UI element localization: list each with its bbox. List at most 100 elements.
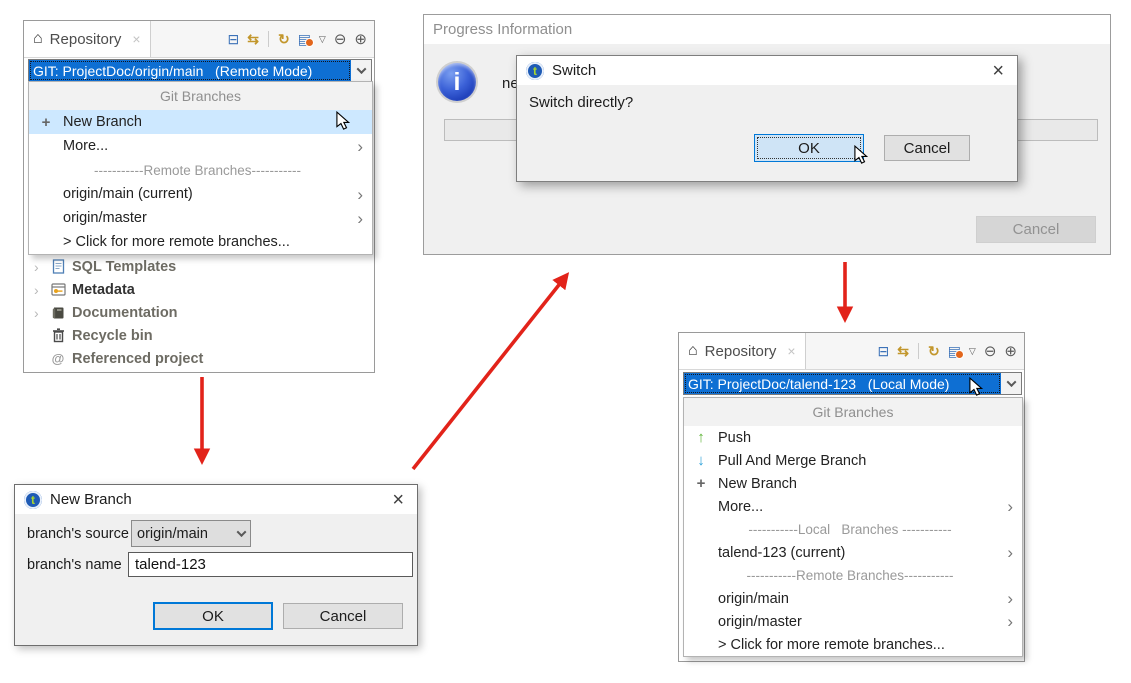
menu-item-origin-main-current[interactable]: origin/main (current)›	[29, 182, 372, 206]
chevron-down-icon[interactable]	[1001, 373, 1021, 394]
chevron-glyph	[1006, 377, 1016, 387]
refresh-icon[interactable]: ↻	[928, 344, 940, 358]
menu-header: Git Branches	[684, 398, 1022, 426]
minimize-icon[interactable]: ⊖	[334, 32, 347, 47]
tab-repository[interactable]: ⌂ Repository ×	[24, 21, 151, 57]
menu-item-label: > Click for more remote branches...	[718, 637, 945, 653]
toolbar-separator	[268, 31, 269, 47]
toolbar-separator	[918, 343, 919, 359]
menu-item-label: origin/main (current)	[63, 186, 193, 202]
talend-glyph: t	[31, 493, 35, 507]
expand-icon[interactable]: ›	[34, 283, 44, 297]
dialog-titlebar: t New Branch ×	[15, 485, 417, 514]
expand-icon[interactable]: ›	[34, 260, 44, 274]
dialog-titlebar: t Switch ×	[517, 56, 1017, 85]
menu-item-label: Pull And Merge Branch	[718, 453, 866, 469]
cancel-button[interactable]: Cancel	[884, 135, 970, 161]
collapse-all-icon[interactable]: ⊟	[877, 344, 889, 358]
ok-button[interactable]: OK	[153, 602, 273, 630]
filter-table-icon[interactable]: ▤	[948, 344, 961, 358]
branch-name-input[interactable]: talend-123	[128, 552, 413, 577]
chevron-down-icon[interactable]	[351, 60, 371, 81]
view-tabbar: ⌂ Repository × ⊟ ⇆ ↻ ▤ ▽ ⊖ ⊕	[679, 333, 1024, 370]
menu-item-origin-main[interactable]: origin/main ›	[684, 587, 1022, 610]
close-tab-icon[interactable]: ×	[132, 31, 140, 47]
metadata-icon	[50, 282, 66, 297]
tab-label: Repository	[50, 31, 122, 48]
branch-source-value: origin/main	[137, 526, 208, 542]
close-icon[interactable]: ×	[988, 61, 1008, 81]
submenu-arrow-icon: ›	[1007, 590, 1016, 607]
workflow-canvas: ⌂ Repository × ⊟ ⇆ ↻ ▤ ▽ ⊖ ⊕ GIT: ProjectDoc/o…	[0, 0, 1131, 683]
menu-item-label: origin/main	[718, 591, 789, 607]
tree-item-label: Metadata	[72, 282, 135, 298]
branch-source-select[interactable]: origin/main	[131, 520, 251, 547]
recycle-bin-icon	[50, 328, 66, 343]
plus-icon: +	[684, 475, 718, 492]
submenu-arrow-icon: ›	[357, 138, 366, 155]
sql-templates-icon	[50, 259, 66, 274]
menu-item-push[interactable]: ↑Push	[684, 426, 1022, 449]
tree-item-recycle-bin[interactable]: Recycle bin	[26, 324, 372, 347]
menu-item-label: More...	[718, 499, 763, 515]
switch-dialog: t Switch × Switch directly? OK Cancel	[516, 55, 1018, 182]
menu-item-origin-master[interactable]: origin/master›	[29, 206, 372, 230]
menu-item-new-branch[interactable]: +New Branch	[29, 110, 372, 134]
home-icon: ⌂	[688, 343, 698, 359]
view-menu-icon[interactable]: ▽	[319, 35, 326, 44]
link-with-editor-icon[interactable]: ⇆	[897, 344, 909, 358]
talend-app-icon: t	[24, 491, 42, 509]
menu-item-new-branch[interactable]: +New Branch	[684, 472, 1022, 495]
tree-item-label: SQL Templates	[72, 259, 176, 275]
branch-combobox[interactable]: GIT: ProjectDoc/origin/main (Remote Mode…	[28, 59, 372, 82]
menu-item-click-for-more-remote-branches[interactable]: > Click for more remote branches...	[29, 230, 372, 254]
view-toolbar: ⊟ ⇆ ↻ ▤ ▽ ⊖ ⊕	[227, 21, 374, 57]
submenu-arrow-icon: ›	[357, 210, 366, 227]
chevron-down-icon	[237, 527, 247, 537]
branch-combobox[interactable]: GIT: ProjectDoc/talend-123 (Local Mode)	[683, 372, 1022, 395]
cancel-button[interactable]: Cancel	[283, 603, 403, 629]
documentation-icon	[50, 305, 66, 320]
link-with-editor-icon[interactable]: ⇆	[247, 32, 259, 46]
tree-item-sql-templates[interactable]: › SQL Templates	[26, 255, 372, 278]
ok-button[interactable]: OK	[754, 134, 864, 162]
menu-item-pull-and-merge-branch[interactable]: ↓Pull And Merge Branch	[684, 449, 1022, 472]
menu-item-label: More...	[63, 138, 108, 154]
menu-item-more[interactable]: More...›	[684, 495, 1022, 518]
menu-item-more[interactable]: More... ›	[29, 134, 372, 158]
tree-item-documentation[interactable]: › Documentation	[26, 301, 372, 324]
collapse-all-icon[interactable]: ⊟	[227, 32, 239, 46]
maximize-icon[interactable]: ⊕	[1004, 344, 1017, 359]
down-icon: ↓	[684, 452, 718, 469]
tab-repository[interactable]: ⌂ Repository ×	[679, 333, 806, 369]
branch-source-label: branch's source	[27, 526, 129, 542]
dialog-title: Progress Information	[433, 21, 572, 38]
up-icon: ↑	[684, 429, 718, 446]
repository-view-remote: ⌂ Repository × ⊟ ⇆ ↻ ▤ ▽ ⊖ ⊕ GIT: ProjectDoc/o…	[23, 20, 375, 373]
menu-item-origin-master[interactable]: origin/master›	[684, 610, 1022, 633]
menu-item-label: -----------Local Branches -----------	[748, 522, 951, 537]
menu-item-talend-123-current[interactable]: talend-123 (current)›	[684, 541, 1022, 564]
branch-name-value: talend-123	[135, 556, 206, 573]
maximize-icon[interactable]: ⊕	[354, 32, 367, 47]
menu-items: +New BranchMore...›-----------Remote Bra…	[29, 110, 372, 254]
tree-item-metadata[interactable]: › Metadata	[26, 278, 372, 301]
talend-app-icon: t	[526, 62, 544, 80]
expand-icon[interactable]: ›	[34, 306, 44, 320]
dialog-titlebar: Progress Information	[424, 15, 1110, 44]
refresh-icon[interactable]: ↻	[278, 32, 290, 46]
close-tab-icon[interactable]: ×	[787, 343, 795, 359]
referenced-project-icon: @	[50, 351, 66, 366]
close-icon[interactable]: ×	[388, 490, 408, 510]
tree-item-referenced-project[interactable]: @ Referenced project	[26, 347, 372, 370]
branch-name-label: branch's name	[27, 557, 122, 573]
minimize-icon[interactable]: ⊖	[984, 344, 997, 359]
menu-item-label: -----------Remote Branches-----------	[747, 568, 954, 583]
info-glyph: i	[454, 68, 461, 97]
dialog-title: Switch	[552, 62, 596, 79]
view-menu-icon[interactable]: ▽	[969, 347, 976, 356]
menu-item-click-for-more-remote-branches[interactable]: > Click for more remote branches...	[684, 633, 1022, 656]
menu-items: ↑Push↓Pull And Merge Branch+New BranchMo…	[684, 426, 1022, 656]
filter-table-icon[interactable]: ▤	[298, 32, 311, 46]
branch-combobox-value: GIT: ProjectDoc/origin/main (Remote Mode…	[29, 60, 351, 81]
